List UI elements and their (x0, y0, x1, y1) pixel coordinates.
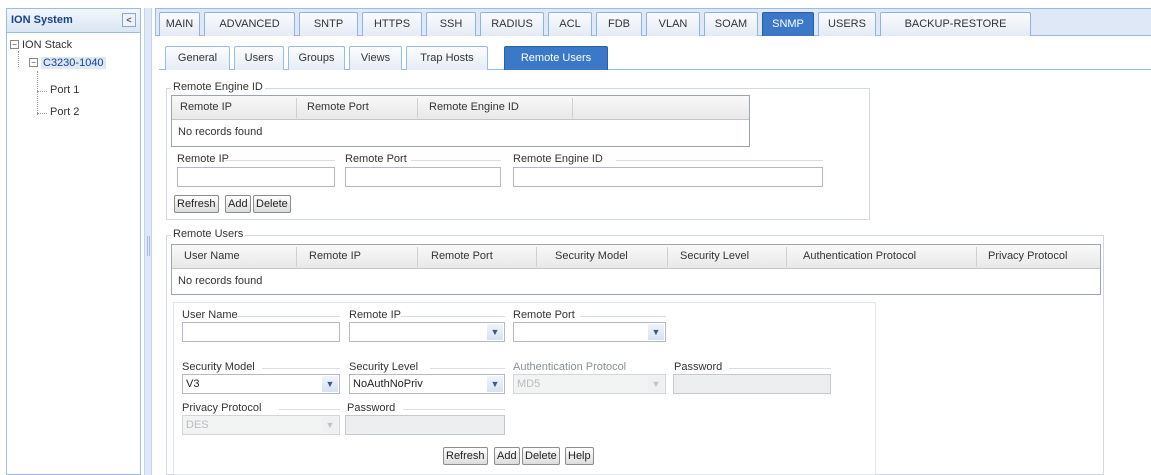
collapse-toggle-icon[interactable]: − (10, 40, 19, 49)
tree-item-label: Port 2 (50, 106, 80, 118)
tab-main[interactable]: MAIN (159, 12, 200, 36)
engine-add-button[interactable]: Add (225, 195, 251, 213)
users-delete-button[interactable]: Delete (522, 447, 560, 465)
subtab-general[interactable]: General (165, 46, 230, 70)
engine-remote-port-input[interactable] (345, 167, 501, 187)
tab-soam[interactable]: SOAM (704, 12, 758, 36)
tree-panel-header: ION System < (7, 9, 140, 33)
user-remote-ip-label: Remote IP (349, 309, 401, 321)
grid-header: User Name Remote IP Remote Port Security… (172, 245, 1100, 269)
main-panel: MAIN ADVANCED SNTP HTTPS SSH RADIUS ACL … (155, 8, 1151, 475)
user-name-label: User Name (182, 309, 238, 321)
security-model-combo[interactable]: V3 ▼ (182, 374, 340, 394)
tab-fdb[interactable]: FDB (596, 12, 642, 36)
column-remote-ip[interactable]: Remote IP (309, 250, 361, 262)
privacy-password-input (345, 415, 505, 435)
user-remote-ip-combo[interactable]: ▼ (349, 322, 505, 342)
chevron-down-icon[interactable]: ▼ (648, 324, 664, 340)
sub-tab-bar: General Users Groups Views Trap Hosts Re… (159, 46, 1151, 70)
tree-item-ion-stack[interactable]: − ION Stack (10, 39, 72, 51)
collapse-panel-icon[interactable]: < (122, 13, 136, 27)
tree-item-port-2[interactable]: Port 2 (50, 106, 79, 118)
security-model-label: Security Model (182, 361, 255, 373)
tab-acl[interactable]: ACL (548, 12, 592, 36)
combo-value: V3 (186, 378, 200, 390)
users-add-button[interactable]: Add (494, 447, 520, 465)
main-tab-bar: MAIN ADVANCED SNTP HTTPS SSH RADIUS ACL … (155, 8, 1151, 36)
tab-snmp[interactable]: SNMP (762, 12, 814, 36)
remote-users-legend: Remote Users (171, 228, 246, 240)
subtab-trap-hosts[interactable]: Trap Hosts (406, 46, 488, 70)
tree-panel-title: ION System (11, 14, 73, 26)
column-authentication-protocol[interactable]: Authentication Protocol (803, 250, 916, 262)
tab-radius[interactable]: RADIUS (480, 12, 544, 36)
tree-item-label: Port 1 (50, 84, 80, 96)
tab-vlan[interactable]: VLAN (646, 12, 700, 36)
chevron-down-icon[interactable]: ▼ (487, 376, 503, 392)
remote-engine-grid: Remote IP Remote Port Remote Engine ID N… (171, 95, 750, 147)
subtab-users[interactable]: Users (234, 46, 284, 70)
auth-protocol-label: Authentication Protocol (513, 361, 627, 373)
grid-header: Remote IP Remote Port Remote Engine ID (172, 96, 749, 120)
chevron-down-icon[interactable]: ▼ (487, 324, 503, 340)
chevron-down-icon: ▼ (648, 376, 664, 392)
column-security-level[interactable]: Security Level (680, 250, 749, 262)
engine-remote-ip-label: Remote IP (177, 153, 229, 165)
column-security-model[interactable]: Security Model (555, 250, 628, 262)
engine-remote-ip-input[interactable] (177, 167, 335, 187)
user-name-input[interactable] (182, 322, 340, 342)
user-remote-port-combo[interactable]: ▼ (513, 322, 666, 342)
privacy-protocol-label: Privacy Protocol (182, 402, 262, 414)
tree-item-label: ION Stack (22, 39, 73, 51)
auth-password-label: Password (674, 361, 723, 373)
auth-protocol-combo: MD5 ▼ (513, 374, 666, 394)
navigation-tree-panel: ION System < − ION Stack − C3230-1040 Port… (6, 8, 141, 475)
remote-users-grid: User Name Remote IP Remote Port Security… (171, 244, 1101, 295)
subtab-groups[interactable]: Groups (288, 46, 345, 70)
tab-sntp[interactable]: SNTP (299, 12, 358, 36)
combo-value: MD5 (517, 378, 541, 390)
chevron-down-icon[interactable]: ▼ (322, 376, 338, 392)
tab-https[interactable]: HTTPS (362, 12, 422, 36)
security-level-combo[interactable]: NoAuthNoPriv ▼ (349, 374, 505, 394)
auth-password-input (673, 374, 831, 394)
engine-remote-engine-id-label: Remote Engine ID (513, 153, 603, 165)
engine-refresh-button[interactable]: Refresh (174, 195, 219, 213)
tab-users[interactable]: USERS (818, 12, 876, 36)
tree-item-port-1[interactable]: Port 1 (50, 84, 79, 96)
tree-item-label: C3230-1040 (41, 57, 106, 69)
tab-ssh[interactable]: SSH (426, 12, 476, 36)
engine-remote-engine-id-input[interactable] (513, 167, 823, 187)
privacy-protocol-combo: DES ▼ (182, 415, 340, 435)
column-user-name[interactable]: User Name (184, 250, 240, 262)
collapse-toggle-icon[interactable]: − (29, 58, 38, 67)
empty-message: No records found (178, 126, 263, 138)
column-remote-ip[interactable]: Remote IP (180, 101, 232, 113)
user-remote-port-label: Remote Port (513, 309, 575, 321)
column-remote-port[interactable]: Remote Port (431, 250, 493, 262)
tab-backup-restore[interactable]: BACKUP-RESTORE (880, 12, 1031, 36)
tab-advanced[interactable]: ADVANCED (204, 12, 295, 36)
empty-message: No records found (178, 275, 263, 287)
security-level-label: Security Level (349, 361, 419, 373)
panel-splitter[interactable] (144, 8, 152, 475)
column-privacy-protocol[interactable]: Privacy Protocol (988, 250, 1067, 262)
engine-remote-port-label: Remote Port (345, 153, 407, 165)
combo-value: DES (186, 419, 209, 431)
remote-engine-legend: Remote Engine ID (171, 81, 265, 93)
users-refresh-button[interactable]: Refresh (443, 447, 488, 465)
privacy-password-label: Password (347, 402, 396, 414)
engine-delete-button[interactable]: Delete (253, 195, 291, 213)
subtab-views[interactable]: Views (349, 46, 402, 70)
column-remote-engine-id[interactable]: Remote Engine ID (429, 101, 519, 113)
combo-value: NoAuthNoPriv (353, 378, 423, 390)
column-remote-port[interactable]: Remote Port (307, 101, 369, 113)
tree-item-device[interactable]: − C3230-1040 (29, 57, 106, 69)
subtab-remote-users[interactable]: Remote Users (504, 46, 608, 70)
users-help-button[interactable]: Help (565, 447, 594, 465)
chevron-down-icon: ▼ (322, 417, 338, 433)
splitter-grip-icon[interactable] (147, 236, 150, 256)
